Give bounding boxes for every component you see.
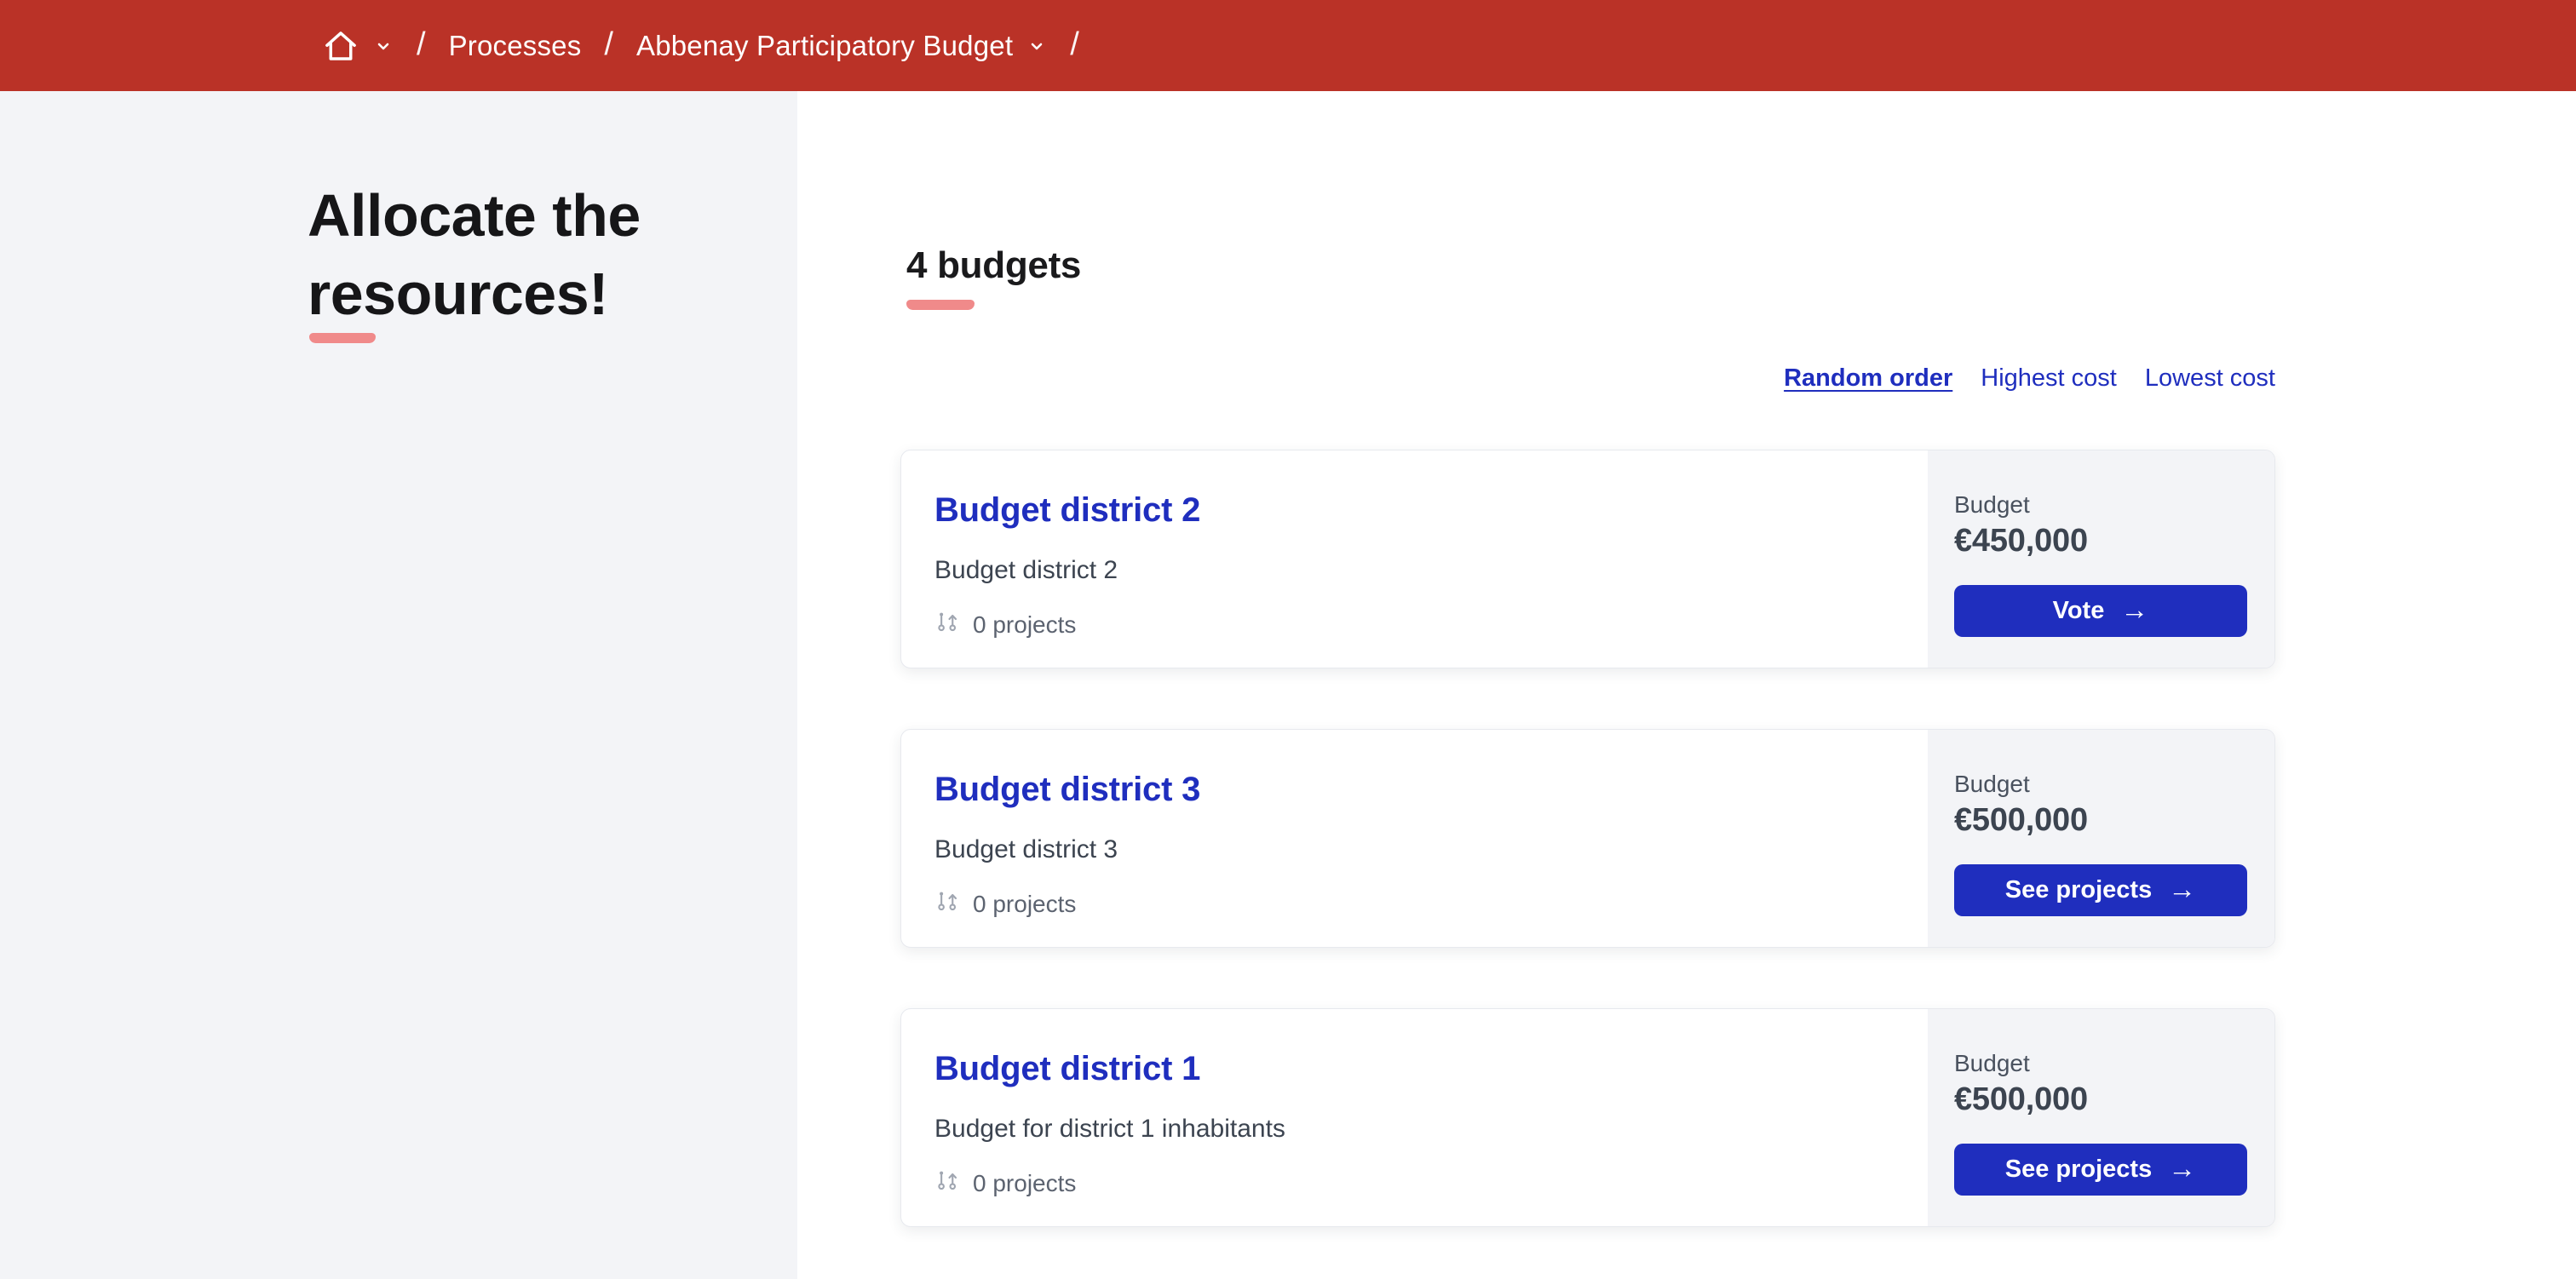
home-dropdown-toggle[interactable] [373,36,394,56]
breadcrumb-item-processes[interactable]: Processes [449,30,582,62]
budget-label: Budget [1954,491,2030,518]
budget-card-description: Budget district 3 [934,835,1118,863]
breadcrumb-separator: / [417,26,426,62]
sidebar-heading: Allocate the resources! [308,182,641,327]
projects-count: 0 projects [973,611,1077,638]
sort-lowest-cost[interactable]: Lowest cost [2145,363,2275,393]
projects-count-row: 0 projects [934,888,1894,921]
budget-card-title-link[interactable]: Budget district 1 [934,1048,1200,1089]
home-icon [322,27,359,65]
arrow-right-icon: → [2120,593,2149,625]
sidebar: Allocate the resources! [0,91,797,1279]
see-projects-button[interactable]: See projects → [1954,1144,2247,1196]
budget-label: Budget [1954,771,2030,797]
budget-card-aside: Budget €500,000 See projects → [1928,1009,2274,1226]
budget-card-description: Budget district 2 [934,556,1118,584]
budget-card-aside: Budget €450,000 Vote → [1928,450,2274,668]
heading-underline-decoration [309,333,376,343]
budget-card-title-link[interactable]: Budget district 2 [934,490,1200,531]
budget-amount: €500,000 [1954,802,2088,838]
home-link[interactable] [322,27,359,65]
budgets-count-heading: 4 budgets [906,244,1082,286]
main-area: 4 budgets Random order Highest cost Lowe… [797,91,2576,1279]
sort-options: Random order Highest cost Lowest cost [900,363,2275,393]
top-navbar: / Processes / Abbenay Participatory Budg… [0,0,2576,91]
budget-card-title-link[interactable]: Budget district 3 [934,769,1200,810]
breadcrumb-separator: / [604,26,613,62]
budget-card-body: Budget district 3 Budget district 3 0 pr… [901,730,1928,947]
projects-icon [934,609,960,641]
vote-button[interactable]: Vote → [1954,585,2247,637]
chevron-down-icon [373,36,394,56]
heading-underline-decoration [906,300,975,310]
budget-card-list: Budget district 2 Budget district 2 0 pr… [900,450,2275,1227]
budget-card: Budget district 1 Budget for district 1 … [900,1008,2275,1227]
budget-card: Budget district 3 Budget district 3 0 pr… [900,729,2275,948]
projects-count-row: 0 projects [934,609,1894,641]
chevron-down-icon [1026,36,1047,56]
vote-button-label: Vote [2052,597,2105,624]
arrow-right-icon: → [2168,1151,2197,1184]
arrow-right-icon: → [2168,872,2197,904]
budget-card-body: Budget district 1 Budget for district 1 … [901,1009,1928,1226]
breadcrumb-item-process-name[interactable]: Abbenay Participatory Budget [636,30,1013,62]
budget-label: Budget [1954,1050,2030,1076]
breadcrumb-separator: / [1070,26,1079,62]
budget-amount: €450,000 [1954,523,2088,559]
see-projects-button[interactable]: See projects → [1954,864,2247,916]
budget-card-description: Budget for district 1 inhabitants [934,1115,1285,1143]
budget-amount: €500,000 [1954,1081,2088,1117]
projects-count-row: 0 projects [934,1167,1894,1200]
sort-random-order[interactable]: Random order [1784,363,1952,393]
projects-icon [934,888,960,921]
budget-card: Budget district 2 Budget district 2 0 pr… [900,450,2275,668]
projects-count: 0 projects [973,1170,1077,1196]
projects-count: 0 projects [973,891,1077,917]
see-projects-button-label: See projects [2004,876,2153,903]
sort-highest-cost[interactable]: Highest cost [1981,363,2117,393]
budget-card-body: Budget district 2 Budget district 2 0 pr… [901,450,1928,668]
projects-icon [934,1167,960,1200]
breadcrumb: / Processes / Abbenay Participatory Budg… [322,26,1102,65]
see-projects-button-label: See projects [2004,1156,2153,1183]
budget-card-aside: Budget €500,000 See projects → [1928,730,2274,947]
process-dropdown-toggle[interactable] [1026,36,1047,56]
